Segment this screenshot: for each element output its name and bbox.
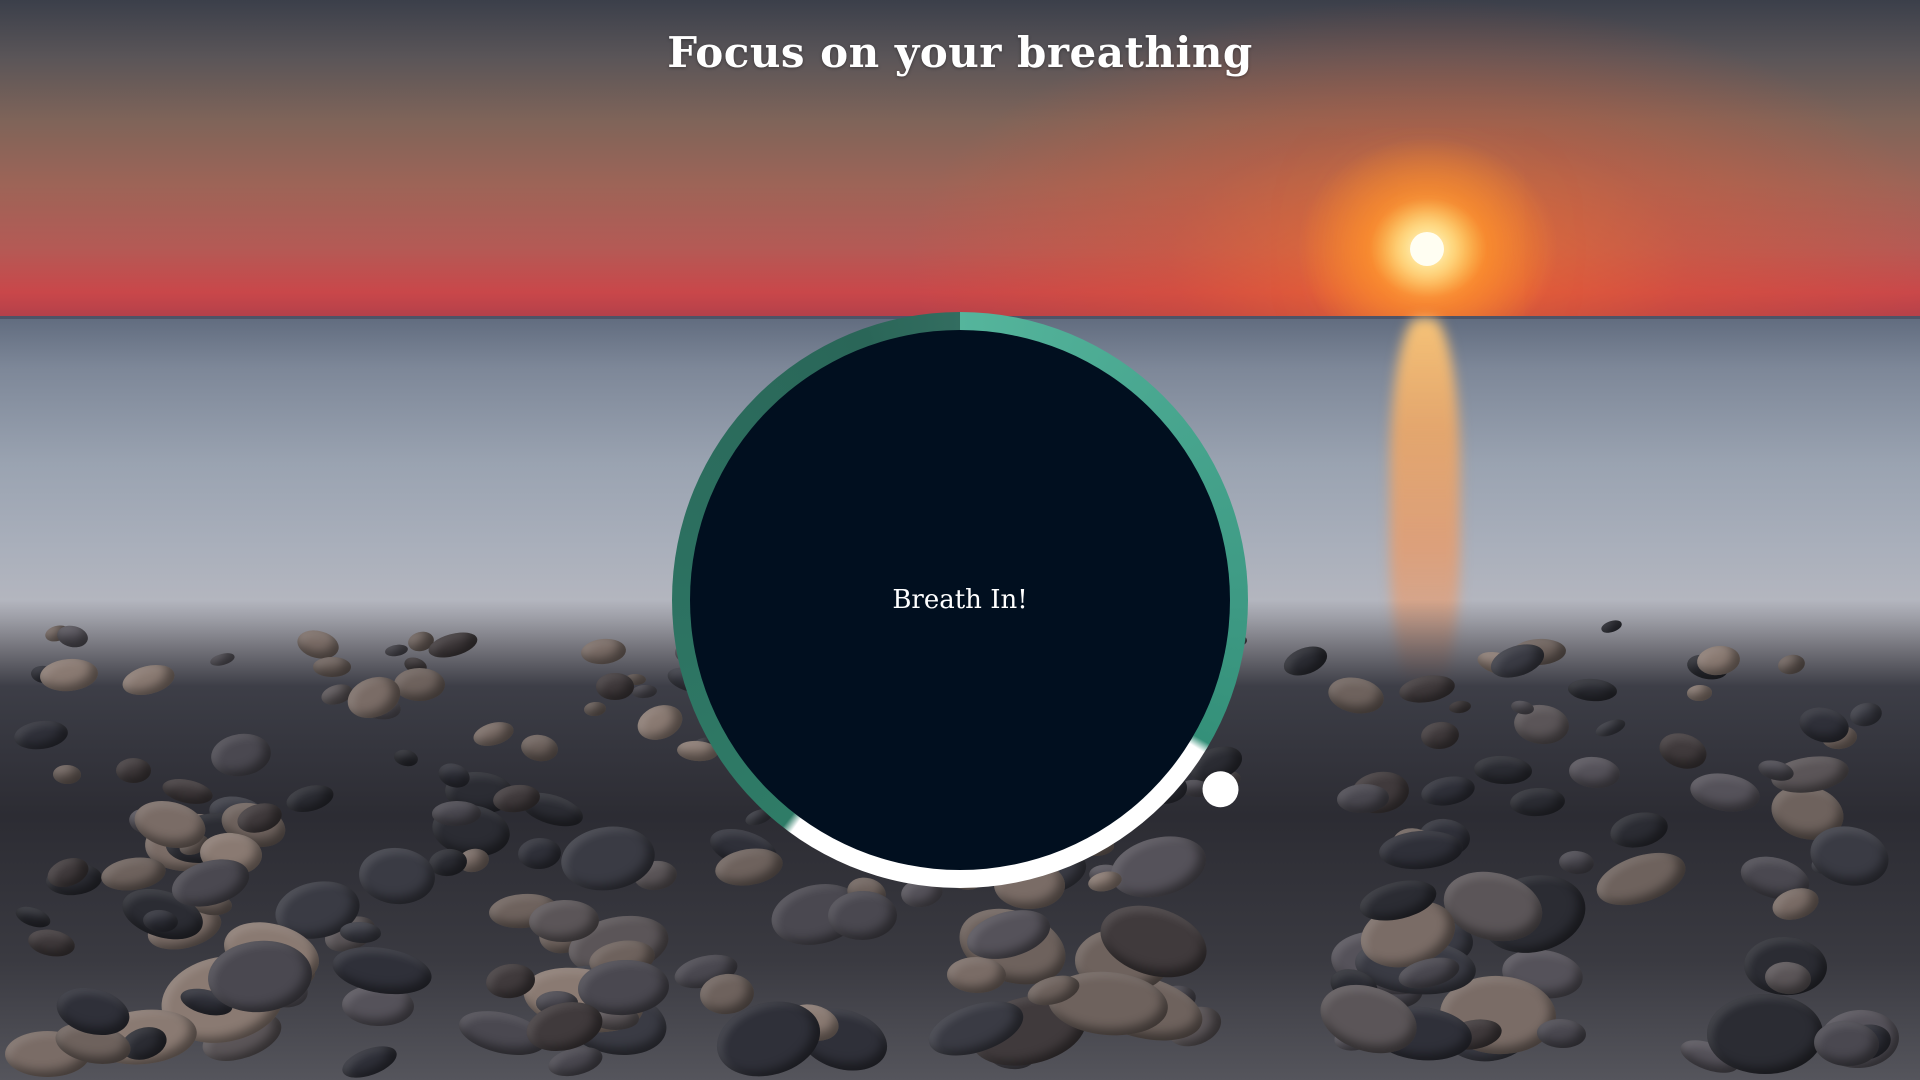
progress-pointer (1195, 764, 1246, 815)
page-title: Focus on your breathing (667, 28, 1253, 77)
breath-instruction: Breath In! (892, 585, 1028, 615)
sun (1410, 232, 1444, 266)
pebble (1706, 994, 1824, 1074)
breathing-widget: Breath In! (672, 312, 1248, 888)
pebble (394, 667, 446, 701)
pebble (116, 757, 152, 783)
breathing-circle: Breath In! (690, 330, 1230, 870)
pebble (596, 672, 634, 700)
pebble (432, 800, 481, 827)
pebble (313, 657, 351, 678)
